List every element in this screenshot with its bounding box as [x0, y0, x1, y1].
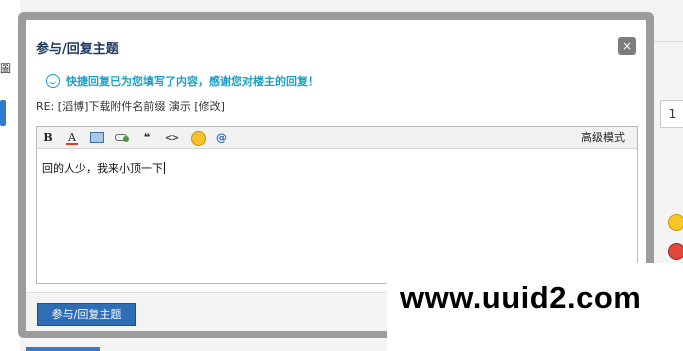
advanced-mode-link[interactable]: 高级模式: [577, 130, 629, 145]
reply-subject: RE: [滔博]下载附件名前缀 演示 [修改]: [36, 100, 225, 113]
smile-icon: [46, 74, 60, 88]
background-tab-bottom: [26, 347, 100, 351]
dialog-title: 参与/回复主题: [36, 42, 119, 57]
smiley-icon: [668, 214, 683, 231]
editor-toolbar: B A ❝ <> @ 高级模式: [37, 127, 637, 149]
page-number-box[interactable]: 1: [660, 100, 683, 128]
editor-content: 回的人少，我来小顶一下: [42, 162, 163, 175]
code-icon[interactable]: <>: [164, 130, 180, 145]
background-button: [0, 100, 6, 126]
submit-reply-button[interactable]: 参与/回复主题: [37, 303, 136, 326]
quote-icon[interactable]: ❝: [141, 130, 153, 145]
image-icon-graphic: [90, 132, 104, 143]
close-button[interactable]: ×: [618, 37, 636, 55]
background-page: [0, 0, 20, 351]
link-icon-plus: [123, 136, 129, 142]
at-icon[interactable]: @: [215, 130, 228, 145]
angry-icon: [668, 243, 683, 260]
font-color-bar: [66, 143, 78, 145]
emoticon-icon[interactable]: [191, 131, 206, 146]
bold-icon[interactable]: B: [42, 130, 54, 145]
background-divider: [652, 41, 683, 42]
notice-row: 快捷回复已为您填写了内容，感谢您对楼主的回复！: [46, 73, 319, 89]
background-tab: 圖: [0, 62, 11, 75]
watermark-text: www.uuid2.com: [400, 280, 642, 315]
reply-editor: B A ❝ <> @ 高级模式 回的人少，我来小顶一下: [36, 126, 638, 284]
notice-text: 快捷回复已为您填写了内容，感谢您对楼主的回复！: [66, 75, 319, 88]
editor-textarea[interactable]: 回的人少，我来小顶一下: [42, 160, 165, 176]
text-caret: [164, 162, 165, 174]
